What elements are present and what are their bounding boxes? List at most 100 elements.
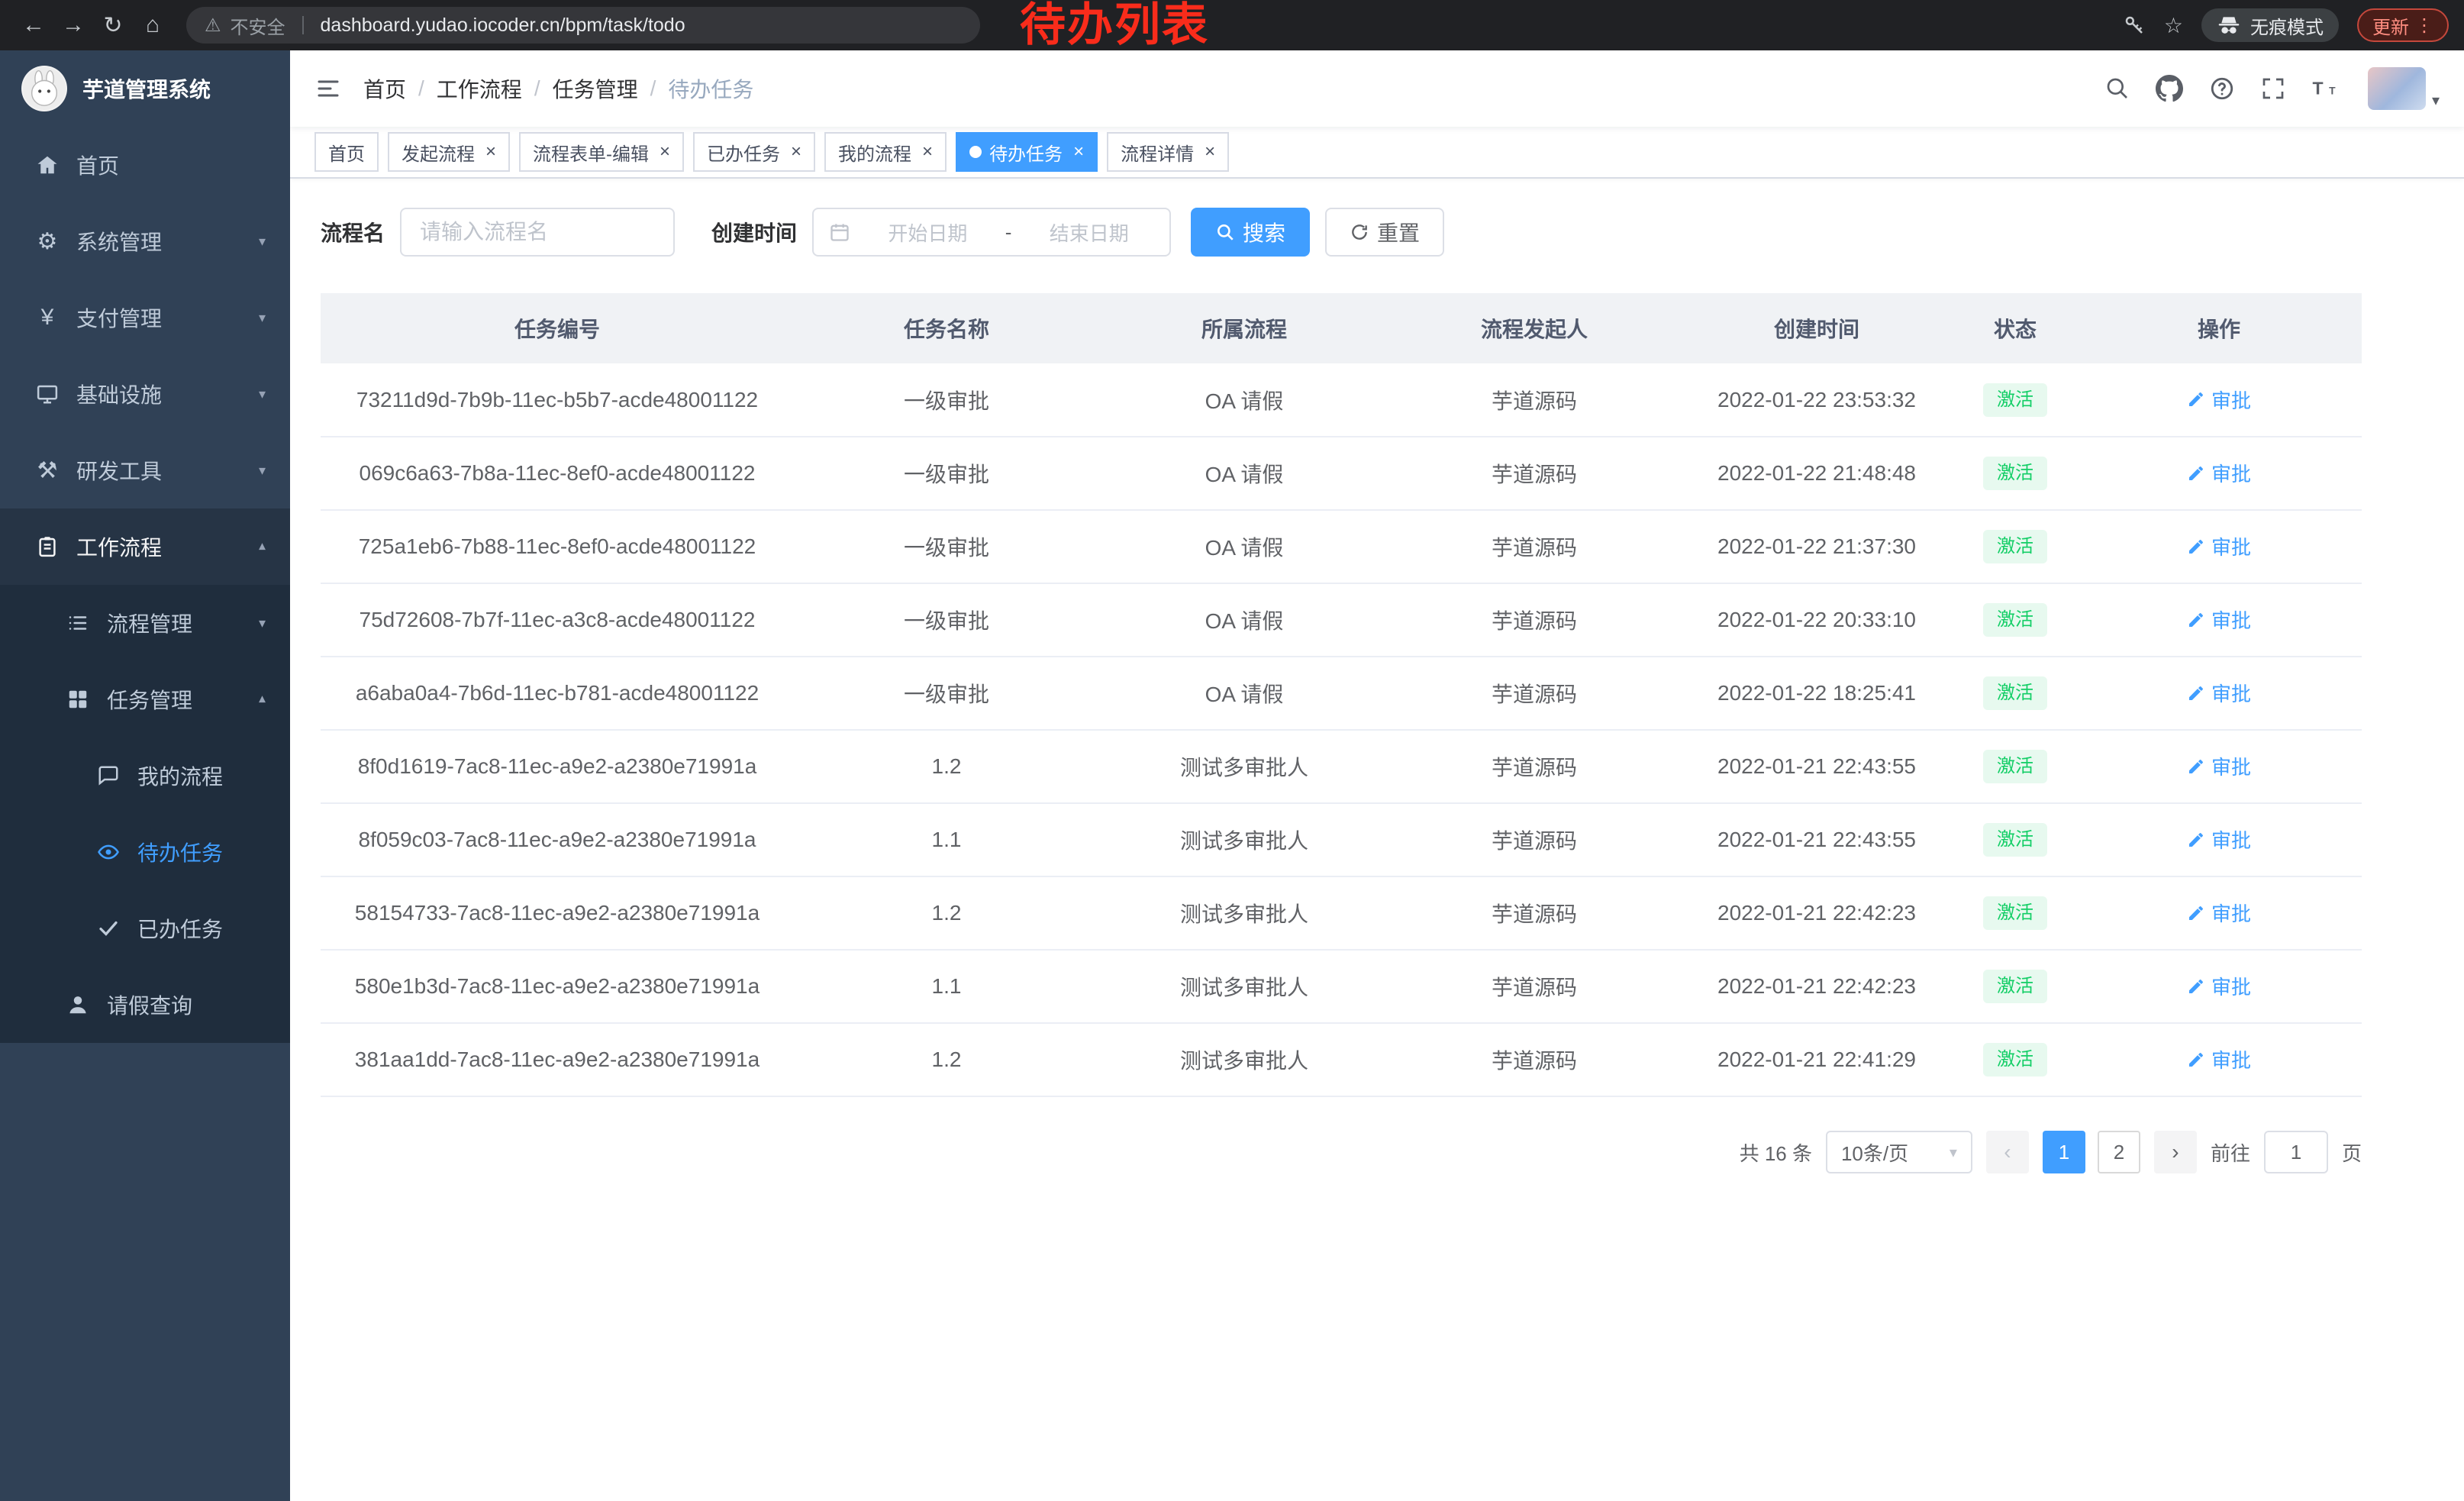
monitor-icon: [31, 383, 64, 405]
clipboard-icon: [31, 535, 64, 558]
status-cell: 激活: [1954, 657, 2076, 730]
grid-icon: [61, 688, 95, 711]
avatar[interactable]: [2368, 67, 2426, 110]
user-avatar-menu[interactable]: ▾: [2368, 67, 2440, 110]
status-badge: 激活: [1983, 823, 2047, 857]
approve-button[interactable]: 审批: [2187, 1045, 2251, 1073]
approve-label: 审批: [2211, 679, 2251, 707]
close-icon[interactable]: ×: [791, 143, 801, 161]
sidebar-item-label: 首页: [76, 150, 119, 180]
date-range-picker[interactable]: 开始日期 - 结束日期: [812, 208, 1171, 257]
reset-button[interactable]: 重置: [1325, 208, 1444, 257]
breadcrumb-item: 待办任务: [668, 73, 753, 104]
url-text[interactable]: dashboard.yudao.iocoder.cn/bpm/task/todo: [321, 15, 685, 37]
prev-page-button[interactable]: ‹: [1986, 1131, 2029, 1173]
next-page-button[interactable]: ›: [2154, 1131, 2197, 1173]
approve-button[interactable]: 审批: [2187, 679, 2251, 707]
app-title: 芋道管理系统: [82, 73, 211, 104]
address-bar[interactable]: ⚠ 不安全 dashboard.yudao.iocoder.cn/bpm/tas…: [186, 7, 980, 44]
fullscreen-icon[interactable]: [2261, 76, 2285, 101]
close-icon[interactable]: ×: [660, 143, 670, 161]
search-icon[interactable]: [2105, 76, 2130, 101]
sidebar-item-done-task[interactable]: 已办任务: [0, 890, 290, 967]
process-name-input[interactable]: [400, 208, 675, 257]
table-row: 069c6a63-7b8a-11ec-8ef0-acde48001122一级审批…: [321, 437, 2362, 510]
process-name: 测试多审批人: [1099, 950, 1389, 1023]
action-cell: 审批: [2076, 876, 2362, 950]
sidebar-item-dev-tools[interactable]: ⚒研发工具▾: [0, 432, 290, 508]
table-row: a6aba0a4-7b6d-11ec-b781-acde48001122一级审批…: [321, 657, 2362, 730]
status-badge: 激活: [1983, 676, 2047, 710]
start-date-placeholder[interactable]: 开始日期: [863, 218, 993, 247]
approve-button[interactable]: 审批: [2187, 825, 2251, 854]
goto-page-input[interactable]: [2264, 1131, 2328, 1173]
tab-3[interactable]: 已办任务×: [693, 132, 815, 172]
close-icon[interactable]: ×: [922, 143, 933, 161]
sidebar-item-todo-task[interactable]: 待办任务: [0, 814, 290, 890]
sidebar-item-infrastructure[interactable]: 基础设施▾: [0, 356, 290, 432]
help-icon[interactable]: [2209, 76, 2235, 102]
breadcrumb-item[interactable]: 工作流程: [437, 73, 522, 104]
refresh-icon: [1350, 222, 1369, 242]
breadcrumb-item[interactable]: 首页: [363, 73, 406, 104]
browser-chrome: ← → ↻ ⌂ ⚠ 不安全 dashboard.yudao.iocoder.cn…: [0, 0, 2464, 50]
list-icon: [61, 612, 95, 634]
page-size-select[interactable]: 10条/页 ▾: [1826, 1131, 1972, 1173]
tab-6[interactable]: 流程详情 ×: [1107, 132, 1229, 172]
browser-back-icon[interactable]: ←: [15, 7, 52, 44]
sidebar-item-process-management[interactable]: 流程管理▾: [0, 585, 290, 661]
approve-button[interactable]: 审批: [2187, 532, 2251, 560]
table-row: 381aa1dd-7ac8-11ec-a9e2-a2380e71991a1.2测…: [321, 1023, 2362, 1096]
status-cell: 激活: [1954, 730, 2076, 803]
approve-button[interactable]: 审批: [2187, 972, 2251, 1000]
breadcrumb-separator: /: [418, 76, 424, 101]
approve-button[interactable]: 审批: [2187, 605, 2251, 634]
security-label[interactable]: 不安全: [231, 12, 285, 39]
status-badge: 激活: [1983, 896, 2047, 930]
close-icon[interactable]: ×: [1205, 143, 1215, 161]
close-icon[interactable]: ×: [485, 143, 496, 161]
close-icon[interactable]: ×: [1073, 143, 1084, 161]
browser-home-icon[interactable]: ⌂: [134, 7, 171, 44]
browser-forward-icon[interactable]: →: [55, 7, 92, 44]
approve-button[interactable]: 审批: [2187, 752, 2251, 780]
chrome-update-button[interactable]: 更新 ⋮: [2357, 8, 2449, 42]
task-name: 一级审批: [794, 583, 1099, 657]
sidebar-item-home[interactable]: 首页: [0, 127, 290, 203]
page-button-1[interactable]: 1: [2043, 1131, 2085, 1173]
pager: 12: [2043, 1131, 2140, 1173]
password-key-icon[interactable]: [2123, 14, 2146, 37]
sidebar-item-leave-query[interactable]: 请假查询: [0, 967, 290, 1043]
browser-reload-icon[interactable]: ↻: [95, 7, 131, 44]
approve-button[interactable]: 审批: [2187, 459, 2251, 487]
task-name: 1.2: [794, 730, 1099, 803]
end-date-placeholder[interactable]: 结束日期: [1024, 218, 1154, 247]
status-cell: 激活: [1954, 950, 2076, 1023]
tab-4[interactable]: 我的流程×: [824, 132, 947, 172]
github-icon[interactable]: [2156, 75, 2183, 102]
sidebar-collapse-icon[interactable]: [314, 75, 342, 102]
sidebar-item-workflow[interactable]: 工作流程▾: [0, 508, 290, 585]
sidebar-item-label: 已办任务: [137, 913, 223, 944]
tab-0[interactable]: 首页: [314, 132, 379, 172]
search-button[interactable]: 搜索: [1191, 208, 1310, 257]
approve-button[interactable]: 审批: [2187, 899, 2251, 927]
sidebar-item-system-management[interactable]: ⚙系统管理▾: [0, 203, 290, 279]
approve-button[interactable]: 审批: [2187, 386, 2251, 414]
tab-label: 流程详情: [1121, 139, 1194, 166]
breadcrumb-item[interactable]: 任务管理: [553, 73, 638, 104]
browser-menu-icon[interactable]: ⋮: [2415, 15, 2433, 37]
action-cell: 审批: [2076, 657, 2362, 730]
tab-1[interactable]: 发起流程×: [388, 132, 510, 172]
bookmark-star-icon[interactable]: ☆: [2164, 13, 2183, 38]
tab-2[interactable]: 流程表单-编辑×: [519, 132, 684, 172]
sidebar-item-task-management[interactable]: 任务管理▾: [0, 661, 290, 738]
sidebar-item-payment-management[interactable]: ¥支付管理▾: [0, 279, 290, 356]
task-name: 一级审批: [794, 657, 1099, 730]
update-label: 更新: [2372, 12, 2409, 39]
process-name: 测试多审批人: [1099, 730, 1389, 803]
font-size-icon[interactable]: TT: [2311, 76, 2342, 101]
page-button-2[interactable]: 2: [2098, 1131, 2140, 1173]
tab-5[interactable]: 待办任务×: [956, 132, 1098, 172]
sidebar-item-my-process[interactable]: 我的流程: [0, 738, 290, 814]
